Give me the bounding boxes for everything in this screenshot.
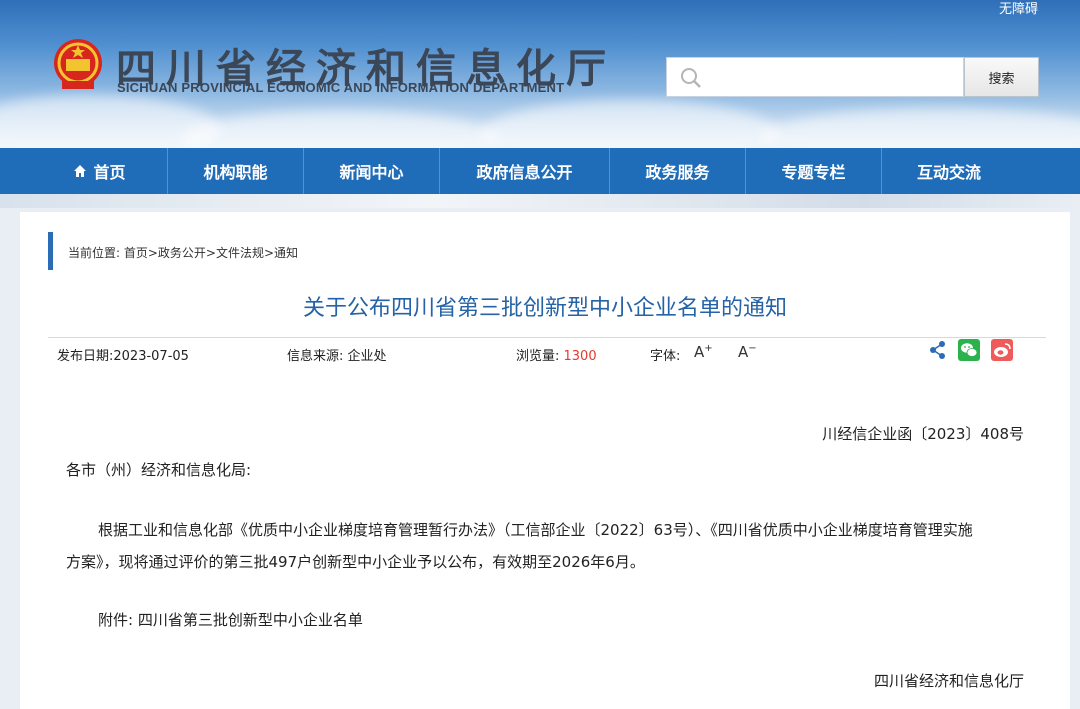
main-nav: 首页 机构职能 新闻中心 政府信息公开 政务服务 专题专栏 互动交流 (0, 148, 1080, 194)
document-number: 川经信企业函〔2023〕408号 (822, 425, 1024, 443)
search-input[interactable] (711, 62, 959, 92)
nav-item-topics[interactable]: 专题专栏 (746, 148, 882, 194)
info-source: 信息来源: 企业处 (287, 349, 387, 364)
publish-date: 发布日期:2023-07-05 (57, 349, 189, 364)
font-decrease-button[interactable]: A− (738, 343, 757, 361)
breadcrumb[interactable]: 当前位置: 首页>政务公开>文件法规>通知 (68, 244, 298, 261)
nav-decoration (0, 194, 1080, 208)
font-size-label: 字体: (650, 349, 681, 364)
weibo-icon[interactable] (991, 339, 1013, 361)
home-icon (74, 165, 87, 177)
search-icon (681, 68, 701, 88)
site-header: 无障碍 四川省经济和信息化厅 SICHUAN PROVINCIAL ECONOM… (0, 0, 1080, 148)
body-line-2: 方案》，现将通过评价的第三批497户创新型中小企业予以公布，有效期至2026年6… (66, 553, 645, 571)
site-subtitle: SICHUAN PROVINCIAL ECONOMIC AND INFORMAT… (117, 80, 565, 95)
nav-item-home[interactable]: 首页 (32, 148, 168, 194)
salutation: 各市（州）经济和信息化局: (66, 461, 252, 479)
article-title: 关于公布四川省第三批创新型中小企业名单的通知 (302, 296, 787, 321)
accessibility-link[interactable]: 无障碍 (999, 0, 1038, 17)
view-count: 浏览量: 1300 (516, 345, 597, 364)
search-button[interactable]: 搜索 (964, 57, 1039, 97)
font-increase-button[interactable]: A+ (694, 343, 713, 361)
nav-item-gov-info[interactable]: 政府信息公开 (440, 148, 610, 194)
nav-item-news[interactable]: 新闻中心 (304, 148, 440, 194)
share-icon[interactable] (927, 339, 949, 361)
nav-item-services[interactable]: 政务服务 (610, 148, 746, 194)
attachment-link[interactable]: 附件: 四川省第三批创新型中小企业名单 (98, 604, 363, 636)
search-box (666, 57, 964, 97)
body-line-1: 根据工业和信息化部《优质中小企业梯度培育管理暂行办法》（工信部企业〔2022〕6… (98, 521, 973, 539)
nav-label: 首页 (93, 163, 126, 182)
wechat-icon[interactable] (958, 339, 980, 361)
article-panel: 当前位置: 首页>政务公开>文件法规>通知 关于公布四川省第三批创新型中小企业名… (20, 212, 1070, 709)
breadcrumb-marker (48, 232, 53, 270)
view-count-value: 1300 (563, 349, 597, 364)
font-decrease-letter: A (738, 343, 749, 361)
divider (48, 337, 1046, 338)
signature: 四川省经济和信息化厅 (873, 672, 1024, 690)
view-count-label: 浏览量: (516, 349, 564, 364)
font-increase-letter: A (694, 343, 705, 361)
national-emblem-icon (54, 39, 102, 89)
nav-item-functions[interactable]: 机构职能 (168, 148, 304, 194)
nav-item-interaction[interactable]: 互动交流 (882, 148, 1016, 194)
